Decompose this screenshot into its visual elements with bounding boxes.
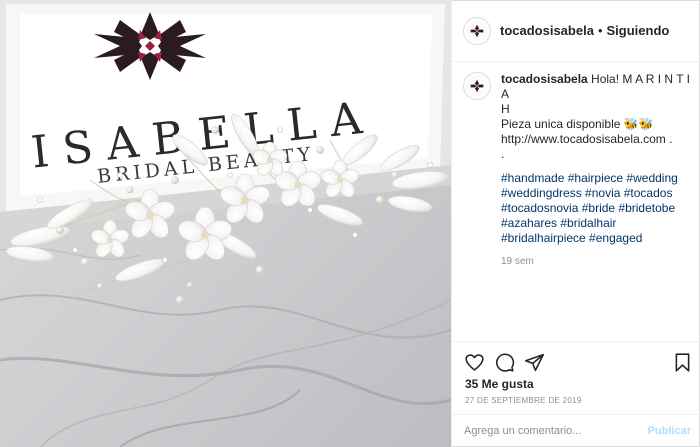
post-photo-art: ISABELLA BRIDAL BEAUTY [0, 0, 451, 447]
post-photo[interactable]: ISABELLA BRIDAL BEAUTY [0, 0, 451, 447]
avatar-logo-icon [466, 75, 488, 97]
caption-avatar[interactable] [463, 72, 491, 100]
bee-emoji-icon: 🐝🐝 [623, 117, 654, 131]
post-header: tocadosisabela • Siguiendo [452, 0, 700, 62]
paper-plane-icon [524, 353, 544, 371]
header-separator: • [597, 23, 603, 38]
heart-icon [464, 353, 484, 371]
caption-url: http://www.tocadosisabela.com . [501, 132, 673, 146]
caption-line2: Pieza unica disponible [501, 117, 621, 131]
share-button[interactable] [522, 350, 546, 374]
caption-text: tocadosisabela Hola! M A R I N T I A H P… [501, 72, 697, 269]
comment-button[interactable] [492, 350, 516, 374]
caption-hashtags[interactable]: #handmade #hairpiece #wedding #weddingdr… [501, 171, 697, 246]
header-username[interactable]: tocadosisabela [500, 23, 594, 38]
post-age[interactable]: 19 sem [501, 254, 697, 269]
post-date: 27 DE SEPTIEMBRE DE 2019 [465, 396, 582, 405]
bookmark-icon [675, 352, 689, 372]
caption-username[interactable]: tocadosisabela [501, 72, 588, 86]
post-side-panel: tocadosisabela • Siguiendo tocadosisabel… [451, 0, 700, 447]
comment-box: Publicar [452, 414, 700, 447]
caption-greeting-cont: H [501, 102, 510, 116]
save-button[interactable] [670, 350, 694, 374]
comment-icon [495, 353, 514, 372]
avatar[interactable] [463, 16, 491, 45]
like-button[interactable] [462, 350, 486, 374]
action-bar [452, 341, 700, 379]
comment-input[interactable] [464, 422, 634, 440]
caption-dot: . [501, 147, 505, 161]
publish-button[interactable]: Publicar [648, 425, 691, 437]
likes-count[interactable]: 35 Me gusta [465, 377, 534, 391]
avatar-logo-icon [466, 19, 488, 42]
following-button[interactable]: Siguiendo [607, 23, 670, 38]
